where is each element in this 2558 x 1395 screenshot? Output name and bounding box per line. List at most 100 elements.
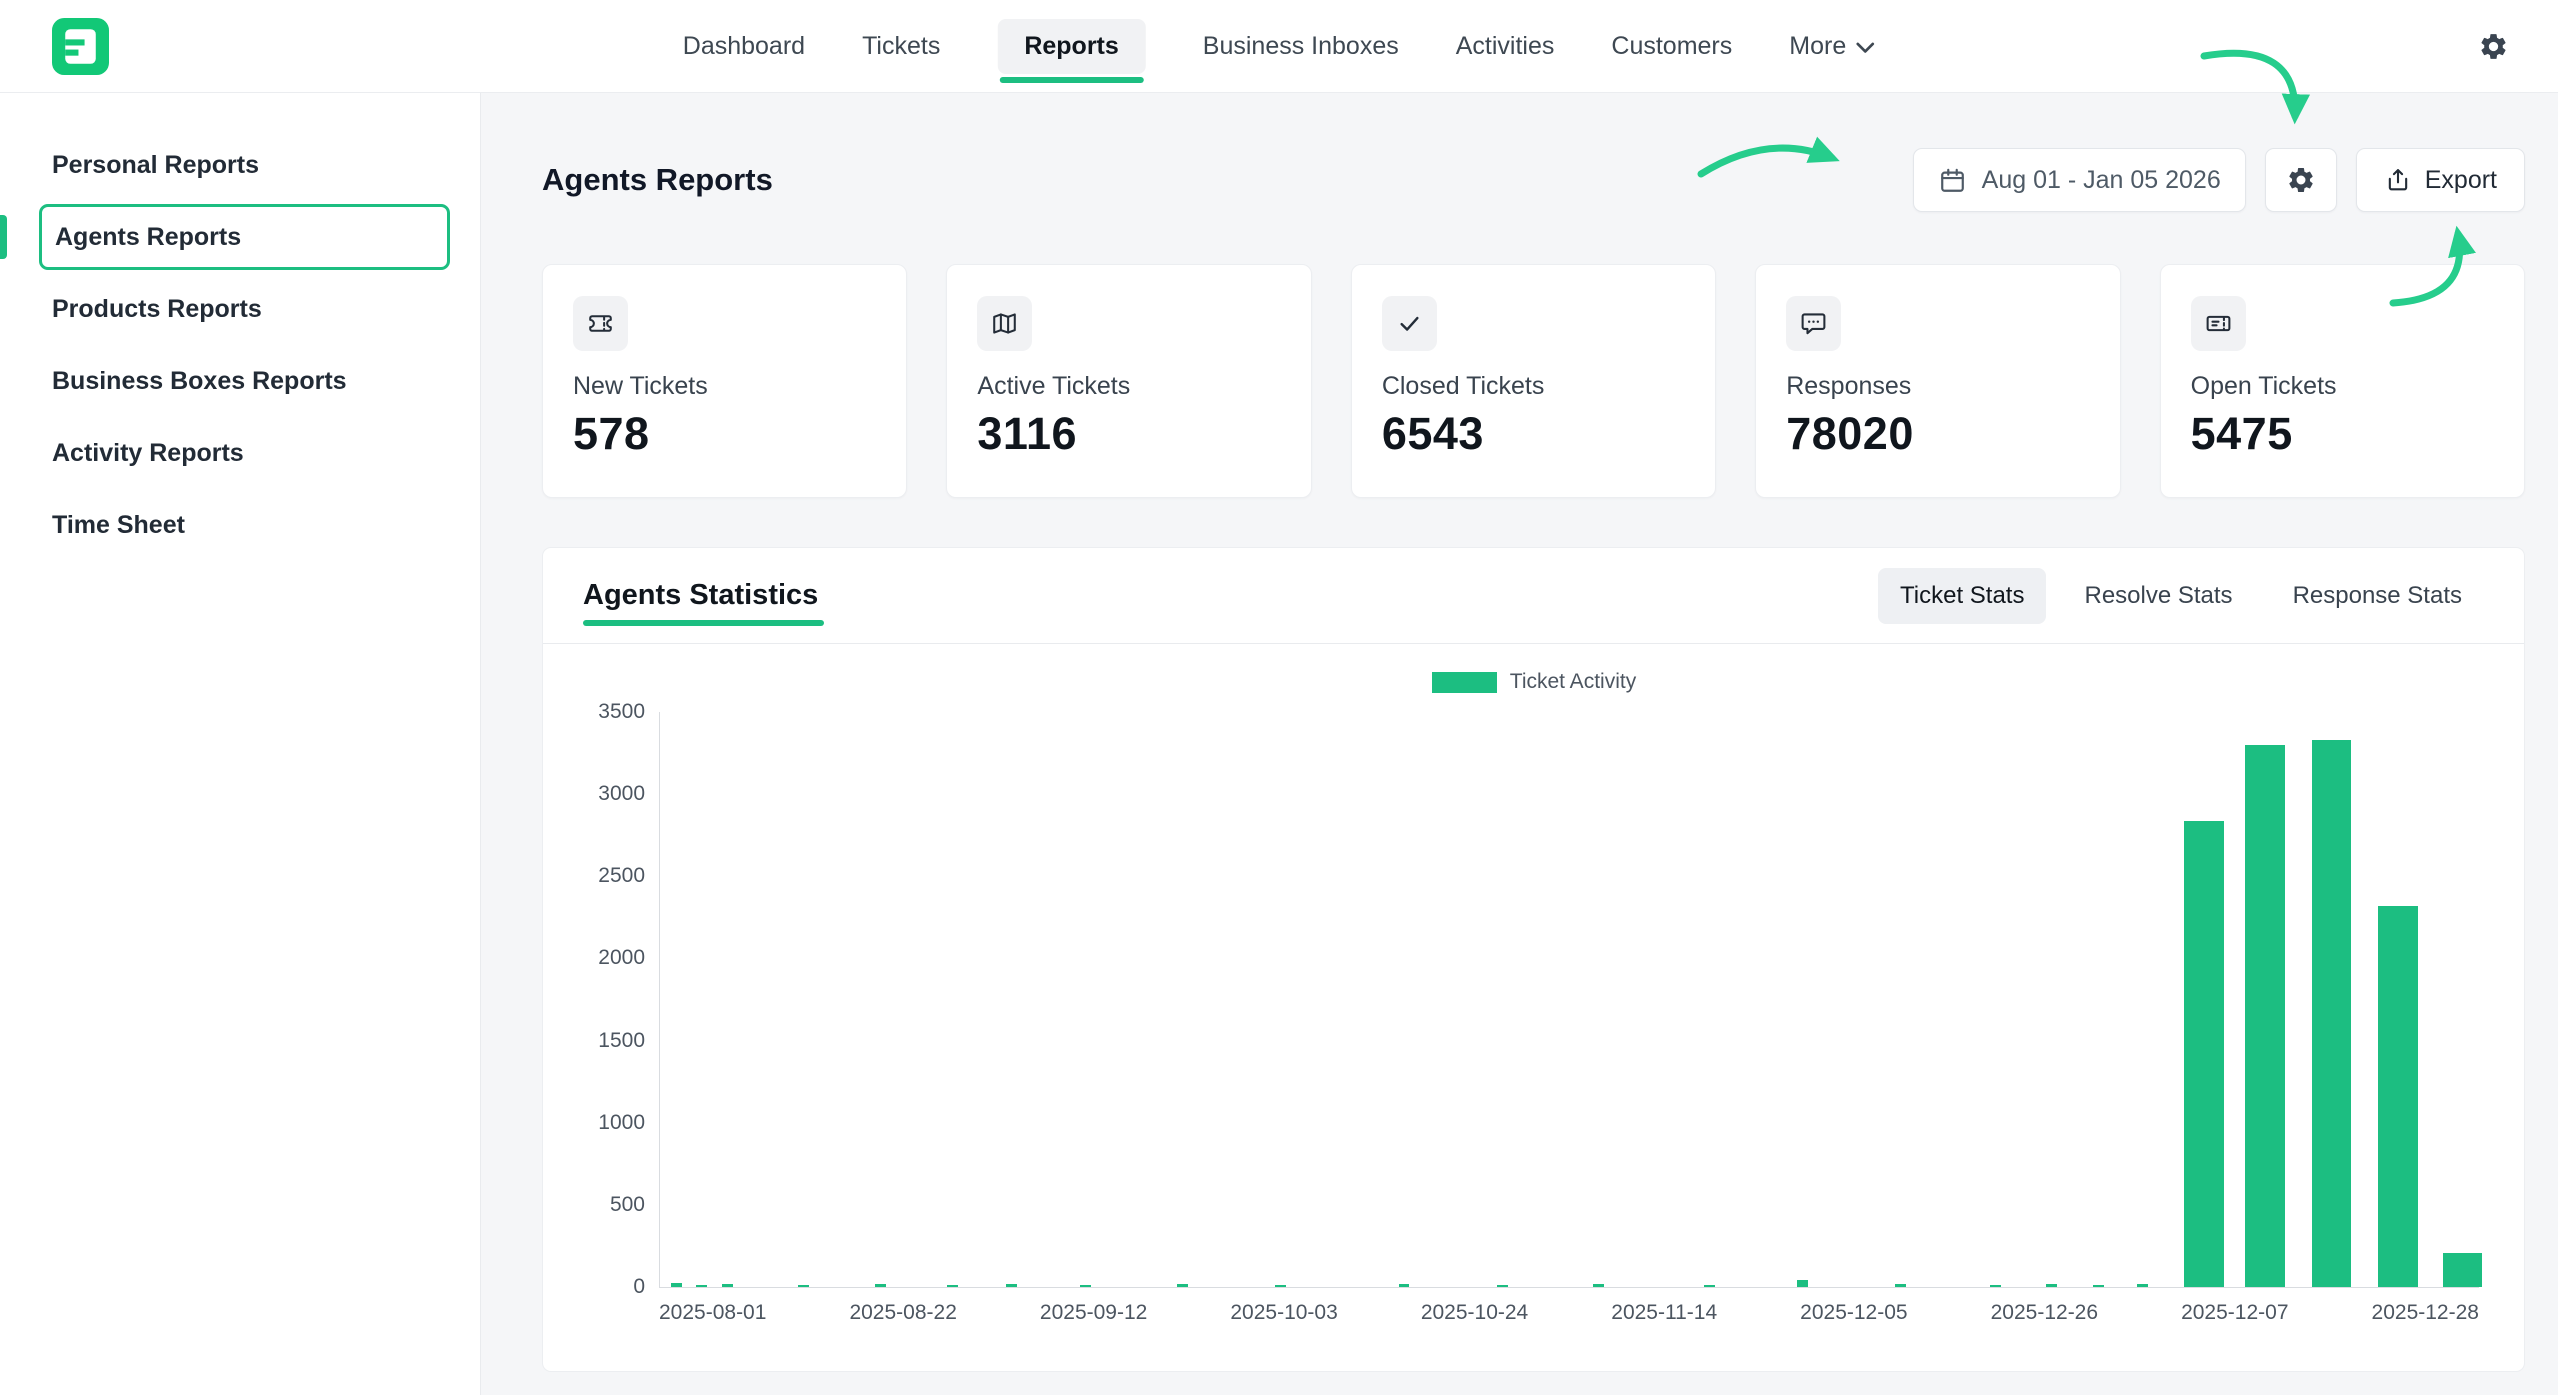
chart-bar (1080, 1285, 1091, 1287)
chart-x-axis: 2025-08-01 2025-08-22 2025-09-12 2025-10-03… (659, 1301, 2479, 1325)
main-content: Agents Reports Aug 01 - Jan 05 2026 (481, 93, 2558, 1395)
sidebar-item-products-reports[interactable]: Products Reports (0, 273, 480, 345)
chart-bar (722, 1284, 733, 1287)
export-button-label: Export (2425, 166, 2497, 195)
x-tick-label: 2025-10-03 (1230, 1301, 1337, 1325)
report-settings-button[interactable] (2265, 148, 2337, 212)
sidebar-item-agents-reports[interactable]: Agents Reports (39, 204, 450, 270)
panel-title: Agents Statistics (583, 579, 818, 624)
x-tick-label: 2025-09-12 (1040, 1301, 1147, 1325)
stat-label: New Tickets (573, 372, 876, 401)
stat-label: Active Tickets (977, 372, 1280, 401)
export-icon (2384, 166, 2412, 194)
nav-item-customers[interactable]: Customers (1611, 19, 1732, 74)
x-tick-label: 2025-08-22 (849, 1301, 956, 1325)
report-toolbar: Aug 01 - Jan 05 2026 Export (1913, 148, 2525, 212)
app-window: Dashboard Tickets Reports Business Inbox… (0, 0, 2558, 1395)
tab-ticket-stats[interactable]: Ticket Stats (1878, 568, 2046, 624)
chart-bar (1399, 1284, 1410, 1287)
y-tick-label: 3500 (598, 700, 645, 724)
stat-label: Open Tickets (2191, 372, 2494, 401)
chart-legend: Ticket Activity (589, 670, 2479, 694)
stat-card-new-tickets: New Tickets 578 (542, 264, 907, 498)
chart-bar (1797, 1280, 1808, 1287)
nav-item-business-inboxes[interactable]: Business Inboxes (1203, 19, 1399, 74)
tab-resolve-stats[interactable]: Resolve Stats (2062, 568, 2254, 624)
chart-bar (1497, 1285, 1508, 1287)
sidebar-item-business-boxes-reports[interactable]: Business Boxes Reports (0, 345, 480, 417)
stat-label: Responses (1786, 372, 2089, 401)
top-navbar: Dashboard Tickets Reports Business Inbox… (0, 0, 2558, 93)
main-nav: Dashboard Tickets Reports Business Inbox… (683, 0, 1875, 92)
global-settings-button[interactable] (2470, 23, 2516, 69)
y-tick-label: 500 (610, 1193, 645, 1217)
tab-response-stats[interactable]: Response Stats (2271, 568, 2484, 624)
stat-value: 578 (573, 408, 876, 460)
y-tick-label: 2500 (598, 864, 645, 888)
calendar-icon (1938, 166, 1967, 195)
reports-sidebar: Personal Reports Agents Reports Products… (0, 93, 481, 1395)
chart-bar (2137, 1284, 2148, 1287)
stat-value: 78020 (1786, 408, 2089, 460)
stat-card-closed-tickets: Closed Tickets 6543 (1351, 264, 1716, 498)
export-button[interactable]: Export (2356, 148, 2525, 212)
chart-bar (2443, 1253, 2483, 1287)
x-tick-label: 2025-10-24 (1421, 1301, 1528, 1325)
gear-icon (2286, 165, 2316, 195)
y-tick-label: 3000 (598, 782, 645, 806)
stats-tabs: Ticket Stats Resolve Stats Response Stat… (1878, 568, 2484, 624)
stat-label: Closed Tickets (1382, 372, 1685, 401)
x-tick-label: 2025-12-28 (2372, 1301, 2479, 1325)
sidebar-item-activity-reports[interactable]: Activity Reports (0, 417, 480, 489)
chart-bar (2378, 906, 2418, 1287)
chart-plot: 3500300025002000150010005000 (659, 712, 2479, 1288)
x-tick-label: 2025-08-01 (659, 1301, 766, 1325)
legend-label: Ticket Activity (1510, 670, 1636, 694)
chart-bar (1177, 1284, 1188, 1287)
chart-bar (1006, 1284, 1017, 1287)
chart-bar (1895, 1284, 1906, 1287)
check-icon (1382, 296, 1437, 351)
stat-card-responses: Responses 78020 (1755, 264, 2120, 498)
chart-bar (671, 1283, 682, 1287)
agents-statistics-panel: Agents Statistics Ticket Stats Resolve S… (542, 547, 2525, 1372)
date-range-value: Aug 01 - Jan 05 2026 (1982, 166, 2221, 195)
chat-icon (1786, 296, 1841, 351)
chart-bar (947, 1285, 958, 1287)
map-icon (977, 296, 1032, 351)
nav-item-more[interactable]: More (1789, 19, 1875, 74)
page-header: Agents Reports Aug 01 - Jan 05 2026 (542, 148, 2525, 212)
nav-item-reports[interactable]: Reports (997, 19, 1145, 74)
sidebar-item-personal-reports[interactable]: Personal Reports (0, 129, 480, 201)
chart-bar (2184, 821, 2224, 1287)
x-tick-label: 2025-12-26 (1991, 1301, 2098, 1325)
nav-item-dashboard[interactable]: Dashboard (683, 19, 805, 74)
chart-bar (2093, 1285, 2104, 1287)
y-tick-label: 1500 (598, 1029, 645, 1053)
chart-bar (875, 1284, 886, 1287)
stat-card-active-tickets: Active Tickets 3116 (946, 264, 1311, 498)
chart-bar (1704, 1285, 1715, 1287)
ticket-stub-icon (2191, 296, 2246, 351)
chart-bar (2245, 745, 2285, 1287)
sidebar-item-time-sheet[interactable]: Time Sheet (0, 489, 480, 561)
chevron-down-icon (1856, 42, 1875, 54)
x-tick-label: 2025-12-05 (1800, 1301, 1907, 1325)
chart-bar (1990, 1285, 2001, 1287)
chart-bar (1275, 1285, 1286, 1287)
brand-logo-icon (52, 18, 109, 75)
x-tick-label: 2025-11-14 (1611, 1301, 1717, 1325)
nav-item-tickets[interactable]: Tickets (862, 19, 940, 74)
nav-item-more-label: More (1789, 32, 1846, 61)
page-title: Agents Reports (542, 162, 773, 198)
chart-container: Ticket Activity 350030002500200015001000… (543, 644, 2524, 1325)
stat-card-open-tickets: Open Tickets 5475 (2160, 264, 2525, 498)
stats-cards-row: New Tickets 578 Active Tickets 3116 Clos… (542, 264, 2525, 498)
stat-value: 5475 (2191, 408, 2494, 460)
x-tick-label: 2025-12-07 (2181, 1301, 2288, 1325)
date-range-picker[interactable]: Aug 01 - Jan 05 2026 (1913, 148, 2246, 212)
nav-item-activities[interactable]: Activities (1456, 19, 1555, 74)
stat-value: 6543 (1382, 408, 1685, 460)
brand-logo[interactable] (52, 18, 109, 75)
legend-swatch (1432, 672, 1497, 693)
